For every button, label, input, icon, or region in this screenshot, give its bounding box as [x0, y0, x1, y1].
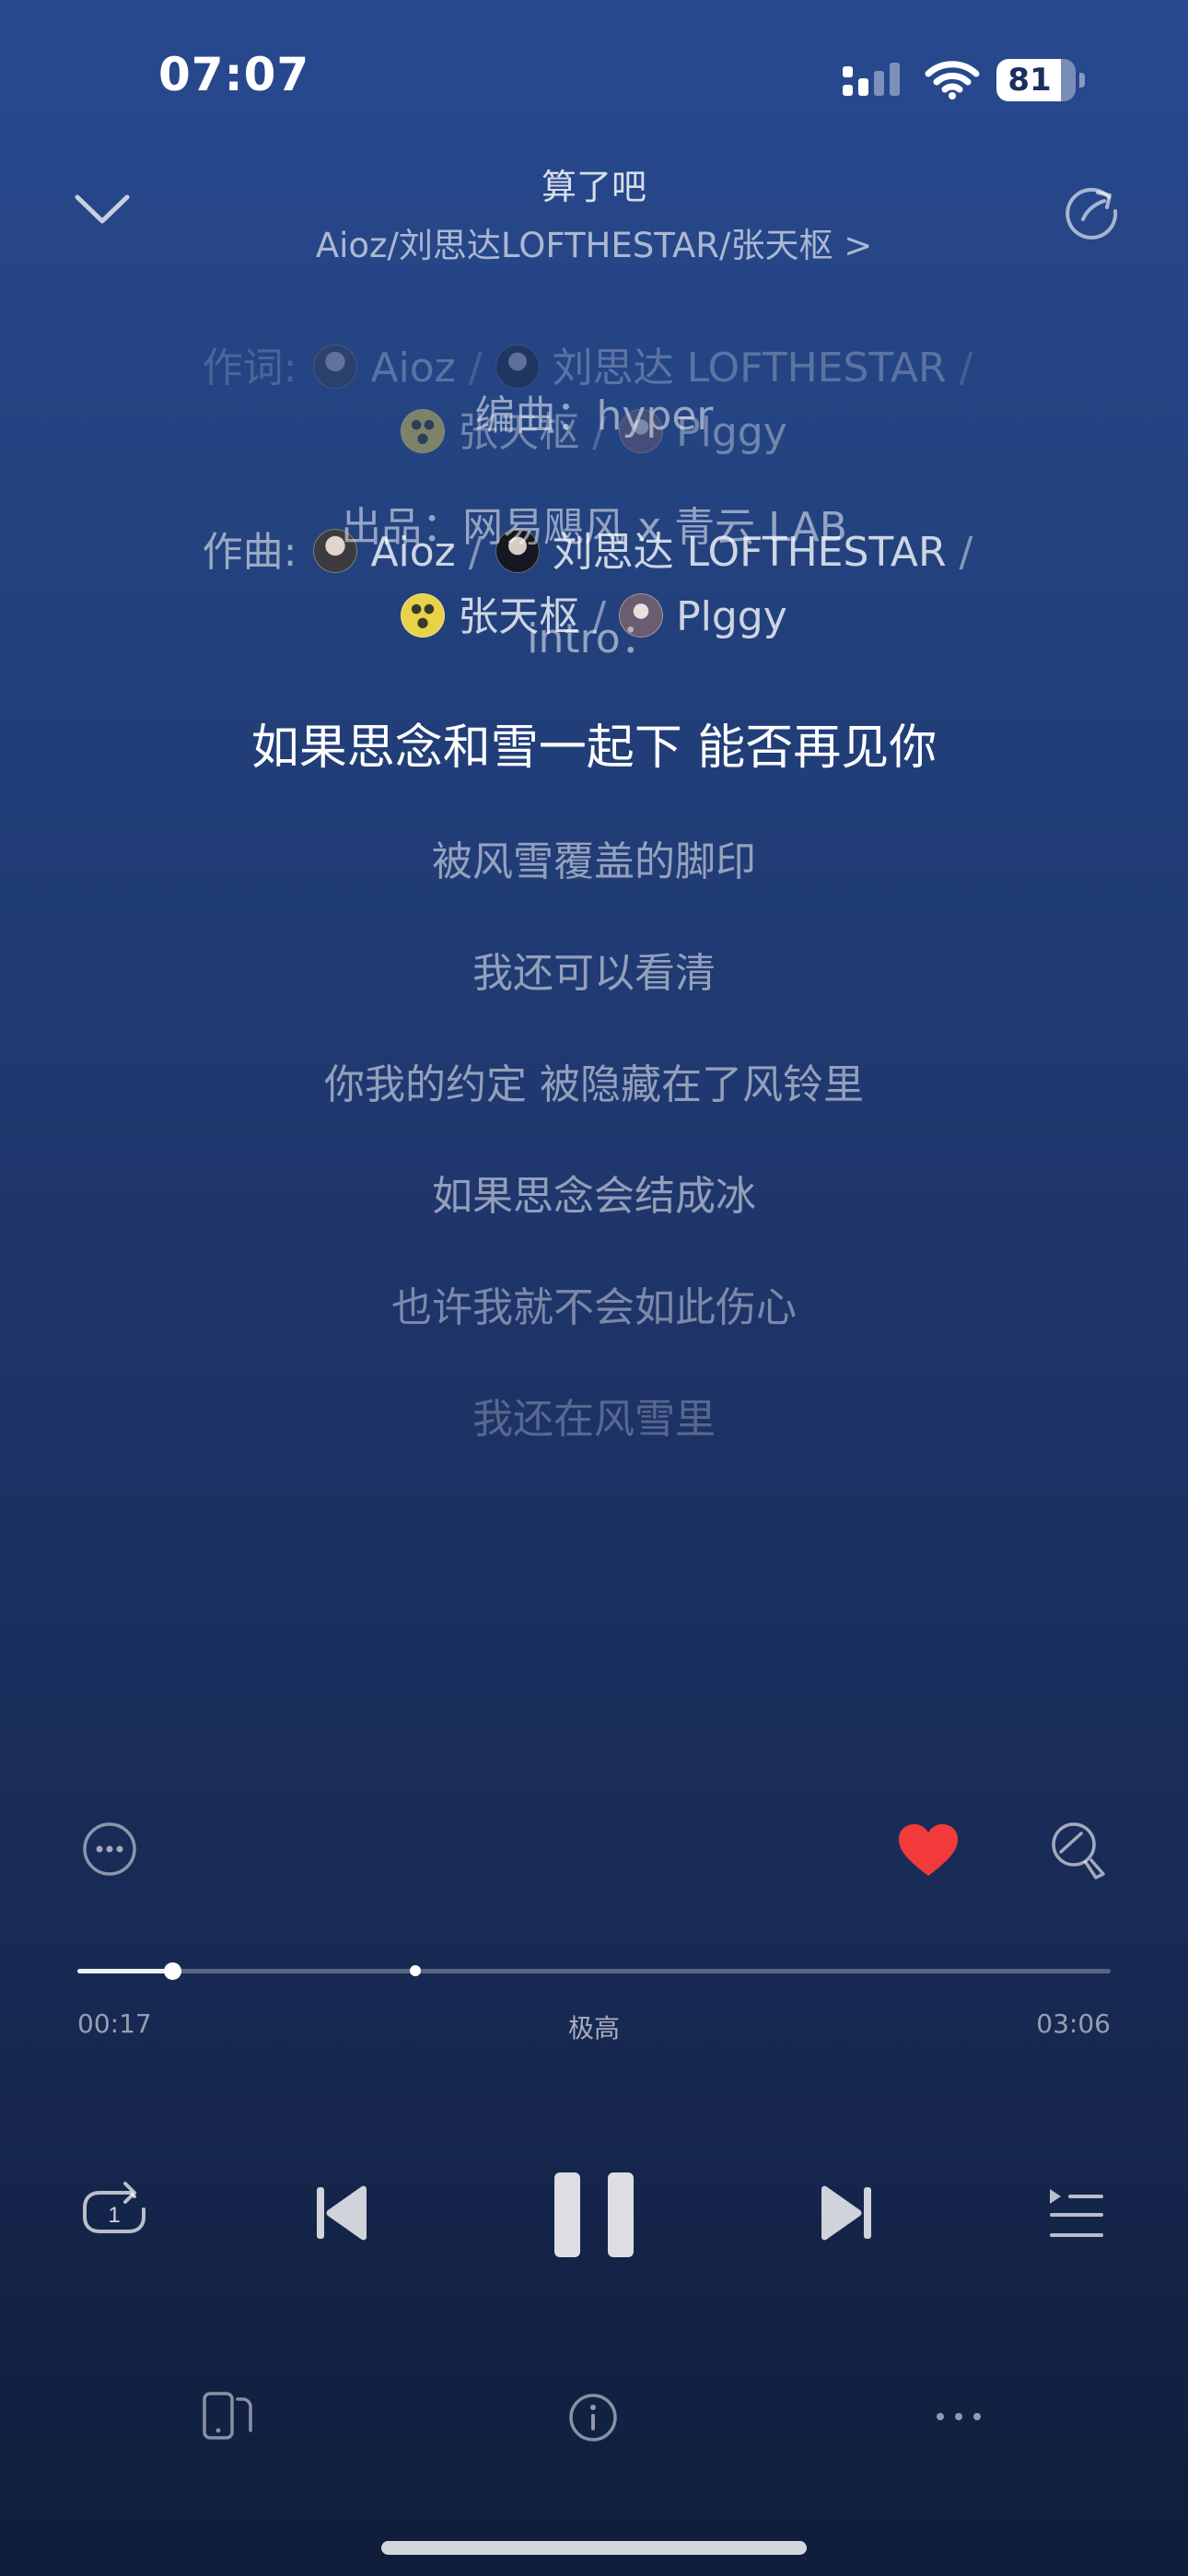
like-button[interactable] [897, 1822, 960, 1879]
lyric-line[interactable]: 也许我就不会如此伤心 [0, 1274, 1188, 1333]
svg-text:1: 1 [108, 2203, 120, 2228]
battery-indicator: 81 [996, 59, 1085, 101]
battery-level: 81 [1007, 62, 1052, 99]
bottom-more-button[interactable] [932, 2403, 985, 2430]
more-dots-icon [937, 2413, 981, 2420]
battery-cap [1079, 73, 1085, 88]
share-button[interactable] [1061, 181, 1122, 241]
status-bar: 07:07 81 [0, 0, 1188, 157]
device-switch-icon [203, 2392, 252, 2440]
info-icon [569, 2394, 617, 2441]
lyric-line[interactable]: 如果思念会结成冰 [0, 1163, 1188, 1222]
lyric-line[interactable]: 你我的约定 被隐藏在了风铃里 [0, 1051, 1188, 1110]
device-switch-button[interactable] [201, 2390, 254, 2441]
pause-icon [554, 2172, 634, 2257]
next-track-button[interactable] [816, 2184, 875, 2242]
heart-icon [899, 1824, 958, 1876]
status-time: 07:07 [158, 48, 310, 101]
cellular-signal-icon [841, 61, 905, 98]
next-track-icon [821, 2185, 871, 2241]
lyric-line[interactable]: intro： [0, 605, 1188, 664]
repeat-mode-button[interactable]: 1 [81, 2180, 147, 2242]
song-artists-link[interactable]: Aioz/刘思达LOFTHESTAR/张天枢 > [0, 217, 1188, 267]
ellipsis-circle-icon [83, 1822, 136, 1876]
lyric-line[interactable]: 出品：网易飓风 x 青云 LAB [0, 494, 1188, 553]
battery-icon: 81 [996, 59, 1076, 101]
progress-knob[interactable] [163, 1962, 181, 1980]
total-time: 03:06 [1036, 2008, 1111, 2039]
wifi-icon [925, 59, 980, 100]
lyric-line[interactable]: 编曲：hyper [0, 382, 1188, 441]
song-title: 算了吧 [541, 167, 646, 207]
comment-bubble-icon [1052, 1822, 1105, 1879]
song-more-options-button[interactable] [81, 1821, 138, 1878]
progress-played [77, 1969, 172, 1973]
lyric-line[interactable]: 我还可以看清 [0, 940, 1188, 999]
lyric-line[interactable]: 被风雪覆盖的脚印 [0, 828, 1188, 887]
previous-track-icon [317, 2185, 367, 2241]
audio-quality-button[interactable]: 极高 [0, 2008, 1188, 2045]
previous-track-button[interactable] [313, 2184, 372, 2242]
lyrics-area[interactable]: 作词: Aioz / 刘思达 LOFTHESTAR / 张天枢 / Plggy 作曲: Aio… [0, 322, 1188, 1760]
lyric-line[interactable]: 我还在风雪里 [0, 1386, 1188, 1445]
playlist-button[interactable] [1046, 2187, 1105, 2241]
progress-slider[interactable] [77, 1962, 1111, 1980]
pause-button[interactable] [551, 2171, 637, 2259]
song-info-button[interactable] [567, 2392, 619, 2443]
progress-marker [409, 1965, 421, 1976]
current-lyric-line[interactable]: 如果思念和雪一起下 能否再见你 [0, 708, 1188, 778]
share-icon [1066, 187, 1118, 240]
playlist-icon [1050, 2189, 1103, 2237]
home-indicator[interactable] [381, 2541, 807, 2555]
comment-button[interactable] [1048, 1821, 1109, 1885]
repeat-one-icon: 1 [83, 2182, 146, 2233]
